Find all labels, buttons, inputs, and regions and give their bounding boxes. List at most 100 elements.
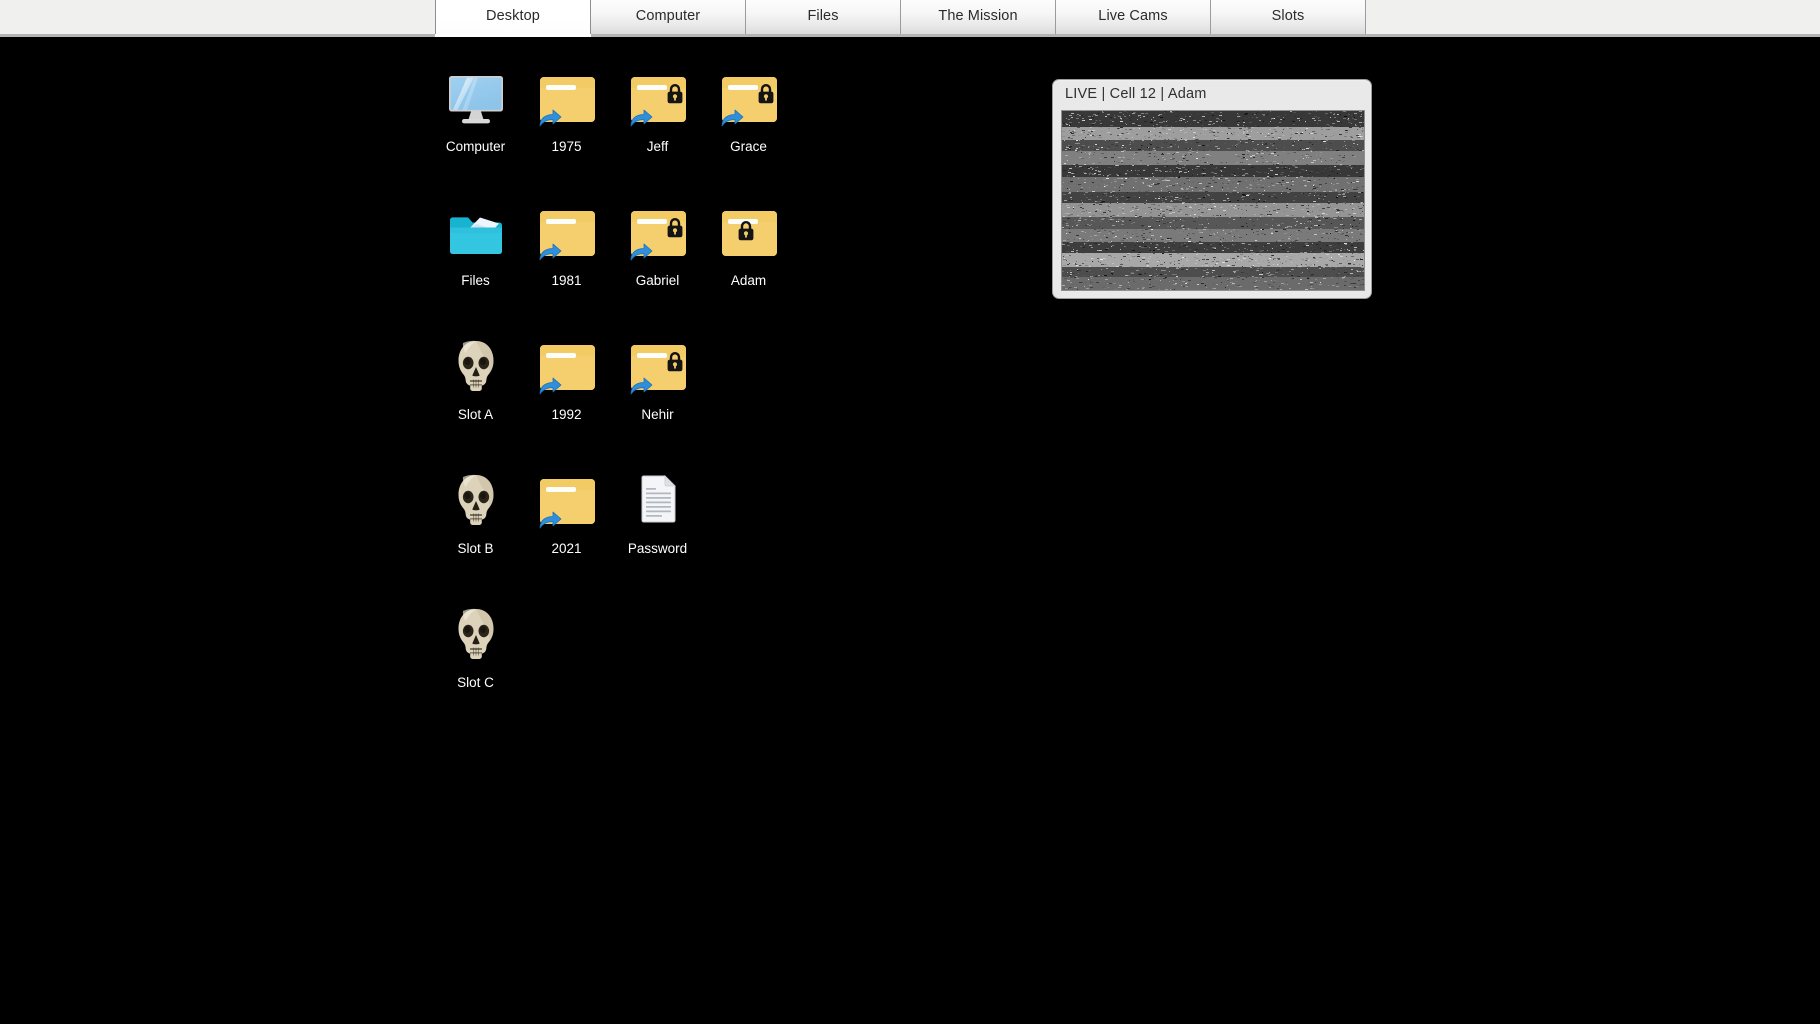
desktop-icon-row: Files 1981 Gabriel Adam	[430, 199, 810, 333]
shortcut-arrow-icon	[539, 377, 561, 395]
icon-artwork	[445, 471, 507, 533]
tab-desktop[interactable]: Desktop	[435, 0, 591, 37]
lock-icon	[758, 84, 773, 104]
shortcut-arrow-badge	[537, 373, 563, 397]
shortcut-arrow-icon	[630, 109, 652, 127]
shortcut-arrow-badge	[537, 105, 563, 129]
desktop-icon-jeff[interactable]: Jeff	[612, 65, 703, 199]
desktop-icon-grace[interactable]: Grace	[703, 65, 794, 199]
shortcut-arrow-badge	[537, 507, 563, 531]
live-cam-video-feed[interactable]	[1061, 110, 1365, 291]
lock-badge	[737, 220, 755, 242]
shortcut-arrow-badge	[719, 105, 745, 129]
desktop-icon-row: Slot B 2021 Password	[430, 467, 810, 601]
icon-artwork	[718, 203, 780, 265]
icon-artwork	[536, 203, 598, 265]
lock-badge	[666, 83, 684, 105]
desktop-icon-label: Files	[461, 273, 490, 288]
lock-icon	[667, 352, 682, 372]
lock-badge	[757, 83, 775, 105]
desktop-icon-label: Slot B	[457, 541, 494, 556]
desktop-icon-nehir[interactable]: Nehir	[612, 333, 703, 467]
icon-artwork	[445, 69, 507, 131]
desktop-icon-label: Computer	[445, 139, 506, 154]
tab-computer[interactable]: Computer	[590, 0, 746, 34]
desktop-icon-label: Password	[627, 541, 688, 556]
tab-label: Computer	[635, 7, 701, 24]
desktop-icon-password[interactable]: Password	[612, 467, 703, 601]
desktop-icon-1975[interactable]: 1975	[521, 65, 612, 199]
desktop-icon-computer[interactable]: Computer	[430, 65, 521, 199]
live-cam-title: LIVE | Cell 12 | Adam	[1065, 86, 1207, 102]
shortcut-arrow-badge	[628, 239, 654, 263]
folder-strip	[636, 219, 667, 224]
shortcut-arrow-icon	[539, 511, 561, 529]
open-folder-icon	[449, 217, 502, 254]
tab-label: Live Cams	[1098, 7, 1168, 24]
desktop-surface[interactable]: Computer 1975 Jeff Grace Files 1981 Gabriel Ada…	[0, 37, 1820, 1024]
shortcut-arrow-badge	[628, 373, 654, 397]
icon-artwork	[536, 471, 598, 533]
tab-label: The Mission	[938, 7, 1018, 24]
desktop-icon-slot-a[interactable]: Slot A	[430, 333, 521, 467]
tab-label: Slots	[1271, 7, 1305, 24]
tab-live-cams[interactable]: Live Cams	[1055, 0, 1211, 34]
tab-the-mission[interactable]: The Mission	[900, 0, 1056, 34]
desktop-icon-label: 2021	[551, 541, 582, 556]
desktop-icon-slot-c[interactable]: Slot C	[430, 601, 521, 735]
desktop-icon-label: 1992	[551, 407, 582, 422]
desktop-icon-2021[interactable]: 2021	[521, 467, 612, 601]
desktop-icon-label: Adam	[730, 273, 767, 288]
shortcut-arrow-icon	[539, 243, 561, 261]
shortcut-arrow-badge	[628, 105, 654, 129]
folder-strip	[636, 353, 667, 358]
desktop-icon-grid: Computer 1975 Jeff Grace Files 1981 Gabriel Ada…	[430, 65, 810, 735]
folder-strip	[727, 85, 758, 90]
desktop-icon-label: Slot C	[457, 675, 494, 690]
desktop-icon-label: 1975	[551, 139, 582, 154]
desktop-icon-files[interactable]: Files	[430, 199, 521, 333]
desktop-icon-1992[interactable]: 1992	[521, 333, 612, 467]
desktop-icon-1981[interactable]: 1981	[521, 199, 612, 333]
desktop-icon-row: Slot C	[430, 601, 810, 735]
folder-strip	[636, 85, 667, 90]
live-cam-panel[interactable]: LIVE | Cell 12 | Adam	[1052, 79, 1372, 299]
skull-icon	[458, 340, 493, 391]
icon-artwork	[536, 337, 598, 399]
lock-icon	[667, 84, 682, 104]
desktop-icon-slot-b[interactable]: Slot B	[430, 467, 521, 601]
shortcut-arrow-icon	[630, 243, 652, 261]
icon-artwork	[718, 69, 780, 131]
desktop-icon-label: Grace	[730, 139, 767, 154]
shortcut-arrow-badge	[537, 239, 563, 263]
icon-artwork	[627, 337, 689, 399]
folder-strip	[545, 85, 576, 90]
tab-files[interactable]: Files	[745, 0, 901, 34]
lock-icon	[667, 218, 682, 238]
folder-strip	[545, 353, 576, 358]
folder-strip	[545, 219, 576, 224]
icon-artwork	[536, 69, 598, 131]
desktop-icon-adam[interactable]: Adam	[703, 199, 794, 333]
icon-artwork	[445, 337, 507, 399]
tab-label: Desktop	[486, 7, 540, 24]
skull-icon	[458, 474, 493, 525]
shortcut-arrow-icon	[721, 109, 743, 127]
desktop-icon-row: Slot A 1992 Nehir	[430, 333, 810, 467]
desktop-icon-gabriel[interactable]: Gabriel	[612, 199, 703, 333]
desktop-icon-row: Computer 1975 Jeff Grace	[430, 65, 810, 199]
document-icon	[641, 475, 676, 523]
icon-artwork	[627, 69, 689, 131]
desktop-icon-label: Slot A	[457, 407, 494, 422]
tab-slots[interactable]: Slots	[1210, 0, 1366, 34]
folder-strip	[545, 487, 576, 492]
icon-artwork	[627, 471, 689, 533]
shortcut-arrow-icon	[630, 377, 652, 395]
tab-label: Files	[807, 7, 839, 24]
desktop-icon-label: Jeff	[646, 139, 669, 154]
lock-badge	[666, 351, 684, 373]
lock-badge	[666, 217, 684, 239]
computer-monitor-icon	[448, 76, 503, 124]
desktop-icon-label: Nehir	[641, 407, 674, 422]
shortcut-arrow-icon	[539, 109, 561, 127]
